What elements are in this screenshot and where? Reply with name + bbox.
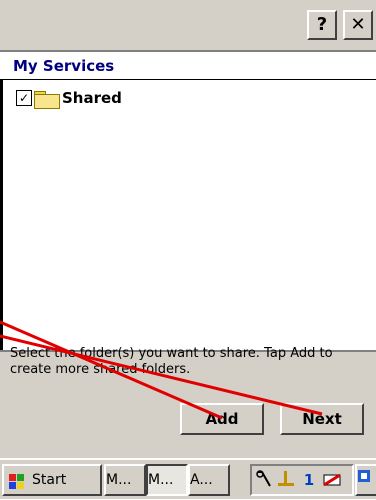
next-button[interactable]: Next (280, 403, 364, 435)
windows-flag-icon (9, 472, 25, 489)
folder-tree (0, 80, 376, 350)
close-button[interactable]: ✕ (343, 10, 373, 40)
system-tray: 1 (250, 464, 354, 496)
title-bar: ? ✕ (0, 0, 376, 52)
taskbar-task-3[interactable]: A... (188, 464, 230, 496)
battery-icon[interactable] (276, 469, 296, 491)
taskbar: Start M... M... A... 1 (0, 458, 376, 499)
taskbar-task-2[interactable]: M... (146, 464, 188, 496)
instructions-text: Select the folder(s) you want to share. … (10, 346, 333, 377)
window: ? ✕ My Services ✓ Shared Select the fold… (0, 0, 376, 499)
add-button[interactable]: Add (180, 403, 264, 435)
folder-icon (34, 91, 60, 109)
shared-checkbox[interactable]: ✓ (16, 90, 32, 106)
number-badge[interactable]: 1 (299, 469, 319, 491)
desktop-icon[interactable] (355, 464, 376, 496)
page-title: My Services (13, 57, 115, 75)
folder-label-shared[interactable]: Shared (62, 89, 122, 107)
page-header: My Services (0, 52, 376, 80)
start-label: Start (32, 472, 67, 488)
start-button[interactable]: Start (2, 464, 102, 496)
help-button[interactable]: ? (307, 10, 337, 40)
taskbar-task-1[interactable]: M... (104, 464, 146, 496)
stylus-icon[interactable] (254, 469, 274, 491)
connection-icon[interactable] (322, 469, 342, 491)
